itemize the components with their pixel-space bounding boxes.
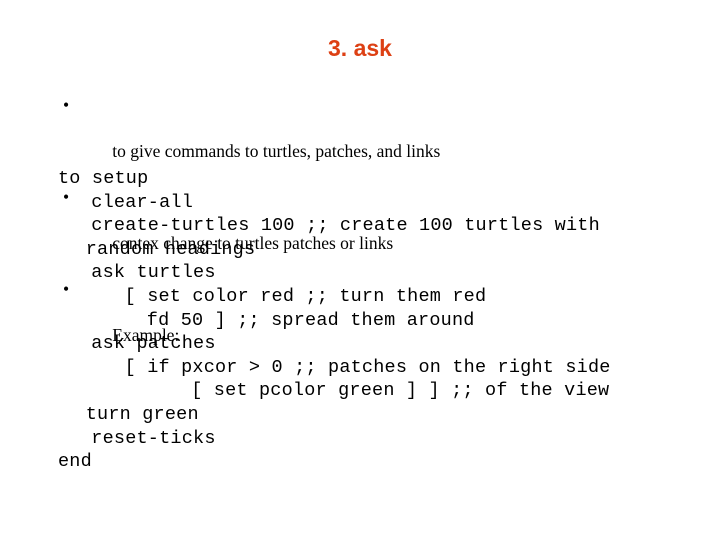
list-item-label: to give commands to turtles, patches, an…: [112, 141, 441, 161]
code-line: random headings: [85, 238, 256, 260]
code-line: create-turtles 100 ;; create 100 turtles…: [91, 215, 600, 237]
code-line: [ set color red ;; turn them red: [124, 285, 487, 307]
code-line: [ set pcolor green ] ] ;; of the view: [191, 380, 610, 402]
code-line: ask patches: [91, 333, 216, 355]
code-line: turn green: [85, 403, 199, 425]
slide-canvas: 3. ask • to give commands to turtles, pa…: [0, 0, 720, 540]
bullet-icon: •: [63, 95, 70, 115]
code-line: [ if pxcor > 0 ;; patches on the right s…: [124, 356, 611, 378]
code-line: reset-ticks: [91, 427, 216, 449]
page-title: 3. ask: [328, 35, 392, 61]
code-line: end: [58, 451, 92, 473]
code-line: fd 50 ] ;; spread them around: [146, 309, 475, 331]
code-line: to setup: [58, 168, 149, 189]
code-block: to setup clear-all create-turtles 100 ;; c…: [58, 167, 708, 474]
code-line: ask turtles: [91, 262, 216, 284]
code-line: clear-all: [91, 191, 194, 213]
